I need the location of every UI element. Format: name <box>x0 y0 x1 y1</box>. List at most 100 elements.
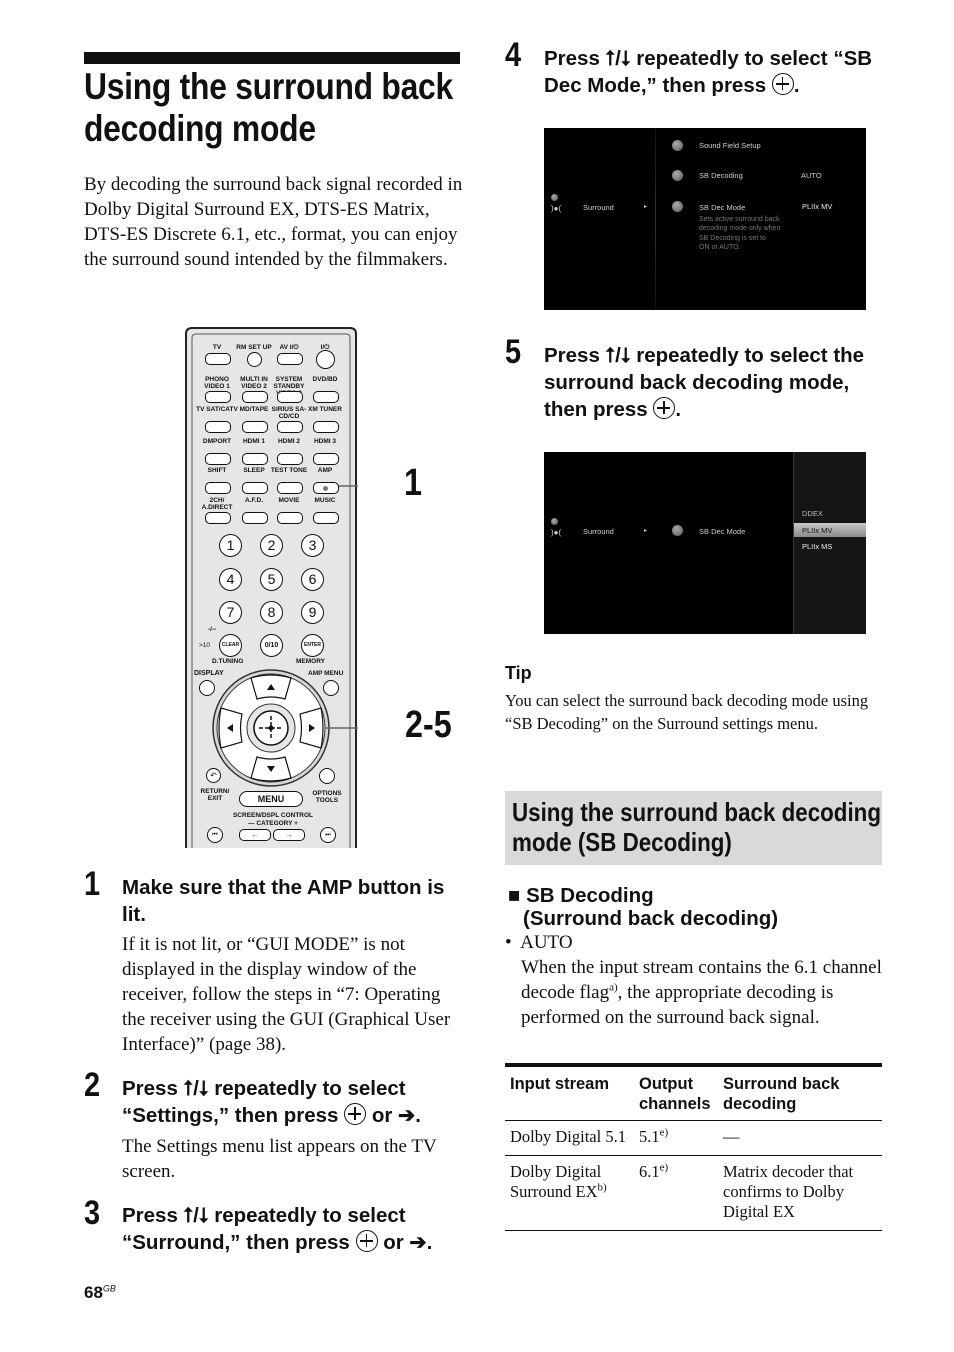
screen2-menu-item: SB Dec Mode <box>699 527 746 536</box>
page-title: Using the surround back decoding mode <box>84 66 453 149</box>
remote-button-system-standby-video-3[interactable] <box>277 391 303 403</box>
remote-button-tv-sat-catv[interactable] <box>205 421 231 433</box>
callout-2-5: 2-5 <box>405 704 452 746</box>
remote-label: -/-- <box>208 626 217 633</box>
enter-button-icon <box>355 1230 378 1252</box>
remote-label: DISPLAY <box>194 670 224 677</box>
menu-item-sound-field-setup[interactable]: Sound Field Setup <box>699 141 761 150</box>
remote-label: MEMORY <box>296 658 326 665</box>
remote-button-dvd-bd[interactable] <box>313 391 339 403</box>
table-header-row: Input stream Output channels Surround ba… <box>505 1065 882 1121</box>
remote-button-1[interactable]: 1 <box>219 534 242 557</box>
option-selected-highlight[interactable]: PLIIx MV <box>794 523 866 537</box>
remote-button-6[interactable]: 6 <box>301 568 324 591</box>
step-5-text-end: . <box>675 398 682 421</box>
remote-button-menu[interactable]: MENU <box>239 791 303 807</box>
sb-dec-mode-value: PLIIx MV <box>802 202 833 211</box>
menu-item-sb-dec-mode[interactable]: SB Dec Mode <box>699 203 745 212</box>
remote-button-clear[interactable]: CLEAR <box>219 634 242 657</box>
previous-track-icon[interactable]: ⏮ <box>207 827 223 843</box>
remote-button-display[interactable] <box>199 680 215 696</box>
remote-button-amp-menu[interactable] <box>323 680 339 696</box>
enter-button-icon <box>771 73 794 95</box>
remote-button-amp[interactable] <box>313 482 339 494</box>
help-line: ON or AUTO. <box>699 243 741 251</box>
callout-1: 1 <box>404 462 422 504</box>
header-surround-back-decoding: Surround back decoding <box>723 1075 840 1113</box>
header-output-channels: Output channels <box>639 1075 711 1113</box>
remote-button-test-tone[interactable] <box>277 482 303 494</box>
step-2-body: The Settings menu list appears on the TV… <box>122 1136 437 1182</box>
remote-button-2ch-a-direct[interactable] <box>205 512 231 524</box>
remote-button-music[interactable] <box>313 512 339 524</box>
step-4-text: Press ⭡/⭣ repeatedly to select “SB Dec M… <box>544 47 873 97</box>
remote-button-i[interactable] <box>316 350 335 369</box>
wrench-icon <box>551 518 558 525</box>
title-rule <box>84 52 460 64</box>
category-plus-button[interactable]: → <box>273 829 305 841</box>
remote-label: HDMI 3 <box>313 438 337 445</box>
remote-button-2[interactable]: 2 <box>260 534 283 557</box>
remote-button-tv[interactable] <box>205 353 231 365</box>
menu-item-sb-decoding[interactable]: SB Decoding <box>699 171 743 180</box>
section-title: Using the surround back decoding mode (S… <box>512 797 881 857</box>
remote-button-movie[interactable] <box>277 512 303 524</box>
remote-button-hdmi-1[interactable] <box>242 453 268 465</box>
step-1-number: 1 <box>84 865 101 903</box>
remote-button-hdmi-2[interactable] <box>277 453 303 465</box>
step-5-number: 5 <box>505 333 522 371</box>
remote-button-md-tape[interactable] <box>242 421 268 433</box>
tv-screen-sb-dec-mode: )●( Surround ▸ Sound Field Setup SB Deco… <box>544 128 866 310</box>
remote-label: OPTIONS TOOLS <box>312 790 342 804</box>
option-ddex[interactable]: DDEX <box>802 509 823 518</box>
arrow-icon: ▸ <box>644 204 648 210</box>
sb-decoding-heading: ■ SB Decoding (Surround back decoding) <box>508 884 778 930</box>
remote-button-3[interactable]: 3 <box>301 534 324 557</box>
step-3-text-end: or ➔. <box>383 1231 433 1254</box>
page-number-value: 68 <box>84 1283 103 1302</box>
bullet-description: When the input stream contains the 6.1 c… <box>505 955 885 1030</box>
tip-heading: Tip <box>505 663 532 683</box>
screen1-left-item: Surround <box>583 203 614 212</box>
remote-button-sleep[interactable] <box>242 482 268 494</box>
remote-button-av-i[interactable] <box>277 353 303 365</box>
remote-button-rm-set-up[interactable] <box>247 352 262 367</box>
remote-button-sirius-sa-cd-cd[interactable] <box>277 421 303 433</box>
remote-button-0-10[interactable]: 0/10 <box>260 634 283 657</box>
remote-button-multi-in-video-2[interactable] <box>242 391 268 403</box>
remote-button-enter[interactable]: ENTER <box>301 634 324 657</box>
cell-text: Dolby Digital Surround EX <box>510 1162 602 1201</box>
remote-button-shift[interactable] <box>205 482 231 494</box>
remote-label: AMP MENU <box>308 670 344 677</box>
remote-button-phono-video-1[interactable] <box>205 391 231 403</box>
remote-button-4[interactable]: 4 <box>219 568 242 591</box>
remote-button-options[interactable] <box>319 768 335 784</box>
step-4-text-end: . <box>793 74 800 97</box>
remote-button-dmport[interactable] <box>205 453 231 465</box>
next-track-icon[interactable]: ⏭ <box>320 827 336 843</box>
option-pliix-ms[interactable]: PLIIx MS <box>802 542 832 551</box>
footnote-ref: e) <box>659 1161 669 1174</box>
remote-button-9[interactable]: 9 <box>301 601 324 624</box>
wrench-icon <box>672 525 683 536</box>
table-row: Dolby Digital 5.1 5.1e) — <box>505 1121 882 1156</box>
remote-button-hdmi-3[interactable] <box>313 453 339 465</box>
enter-button-icon <box>653 397 676 419</box>
remote-label: DVD/BD <box>312 376 338 383</box>
cell-text: 6.1 <box>639 1162 660 1181</box>
step-4-heading: Press ⭡/⭣ repeatedly to select “SB Dec M… <box>544 45 889 99</box>
cell-output: 5.1e) <box>634 1121 718 1156</box>
footnote-ref: e) <box>659 1126 669 1139</box>
remote-button-8[interactable]: 8 <box>260 601 283 624</box>
remote-label: D.TUNING <box>212 658 244 665</box>
option-pliix-mv[interactable]: PLIIx MV <box>802 526 832 535</box>
remote-button-xm-tuner[interactable] <box>313 421 339 433</box>
decoding-table: Input stream Output channels Surround ba… <box>505 1063 882 1231</box>
remote-button-5[interactable]: 5 <box>260 568 283 591</box>
remote-button-7[interactable]: 7 <box>219 601 242 624</box>
return-icon[interactable]: ↶ <box>206 768 221 783</box>
remote-button-a-f-d[interactable] <box>242 512 268 524</box>
cell-decoding: Matrix decoder that confirms to Dolby Di… <box>723 1162 854 1221</box>
intro-paragraph: By decoding the surround back signal rec… <box>84 174 463 270</box>
category-minus-button[interactable]: ← <box>239 829 271 841</box>
